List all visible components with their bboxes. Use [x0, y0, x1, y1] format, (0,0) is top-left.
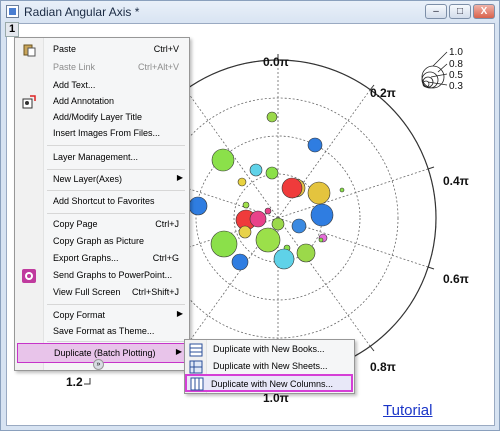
- annotation-icon: [22, 95, 36, 109]
- size-legend-label: 0.3: [449, 81, 463, 92]
- menu-separator: [47, 304, 185, 305]
- menu-item-label: Duplicate with New Sheets...: [213, 361, 328, 371]
- menu-item-layer-management[interactable]: Layer Management...: [17, 148, 187, 168]
- menu-item-label: Paste: [53, 44, 77, 54]
- menu-item-label: Duplicate with New Columns...: [211, 379, 334, 389]
- sheets-icon: [189, 360, 203, 374]
- menu-item-shortcut: Ctrl+V: [153, 44, 179, 54]
- menu-item-shortcut: Ctrl+Alt+V: [137, 62, 179, 72]
- menu-item-label: Save Format as Theme...: [53, 326, 155, 336]
- data-bubbles: [188, 111, 345, 271]
- menu-item-shortcut: Ctrl+J: [155, 219, 179, 229]
- size-legend: [421, 51, 448, 89]
- menu-item-shortcut: Ctrl+G: [152, 253, 179, 263]
- menu-separator: [47, 145, 185, 146]
- powerpoint-icon: [22, 269, 36, 283]
- angle-label-0: 0.0π: [263, 55, 289, 69]
- size-legend-label: 1.0: [449, 47, 463, 58]
- duplicate-submenu: Duplicate with New Books... Duplicate wi…: [184, 339, 355, 394]
- menu-item-label: Copy Graph as Picture: [53, 236, 145, 246]
- menu-item-label: Add Shortcut to Favorites: [53, 196, 155, 206]
- axis-tick-6: [84, 378, 91, 385]
- angle-label-2: 0.4π: [443, 174, 469, 188]
- context-menu: Paste Ctrl+V Paste Link Ctrl+Alt+V Add T…: [14, 37, 190, 371]
- menu-item-view-full-screen[interactable]: View Full Screen Ctrl+Shift+J: [17, 283, 187, 303]
- paste-icon: [22, 43, 36, 57]
- submenu-arrow-icon: ▶: [176, 309, 183, 318]
- menu-item-duplicate-sheets[interactable]: Duplicate with New Sheets...: [187, 358, 353, 375]
- menu-item-label: View Full Screen: [53, 287, 121, 297]
- menu-item-label: Layer Management...: [53, 152, 139, 162]
- menu-item-paste-link: Paste Link Ctrl+Alt+V: [17, 58, 187, 78]
- menu-item-shortcut: Ctrl+Shift+J: [131, 287, 179, 297]
- menu-item-label: Copy Format: [53, 310, 106, 320]
- menu-item-save-format-theme[interactable]: Save Format as Theme...: [17, 322, 187, 342]
- menu-item-label: Duplicate (Batch Plotting): [54, 348, 156, 358]
- angle-label-4: 0.8π: [370, 360, 396, 374]
- menu-item-label: Copy Page: [53, 219, 98, 229]
- size-legend-label: 0.5: [449, 70, 463, 81]
- submenu-arrow-icon: ▶: [175, 347, 182, 356]
- menu-item-duplicate-books[interactable]: Duplicate with New Books...: [187, 341, 353, 358]
- size-legend-labels: 1.0 0.8 0.5 0.3: [449, 47, 463, 92]
- menu-item-label: Send Graphs to PowerPoint...: [53, 270, 173, 280]
- angle-label-3: 0.6π: [443, 272, 469, 286]
- angle-label-6: 1.2: [66, 375, 83, 389]
- columns-icon: [190, 377, 204, 391]
- menu-separator: [47, 213, 185, 214]
- angle-label-1: 0.2π: [370, 86, 396, 100]
- menu-separator: [47, 190, 185, 191]
- menu-item-label: Insert Images From Files...: [53, 128, 161, 138]
- tutorial-link[interactable]: Tutorial: [383, 402, 432, 419]
- size-legend-label: 0.8: [449, 59, 463, 70]
- menu-item-paste[interactable]: Paste Ctrl+V: [17, 40, 187, 60]
- books-icon: [189, 343, 203, 357]
- menu-item-label: Export Graphs...: [53, 253, 119, 263]
- axis-ticks: [277, 54, 435, 382]
- submenu-arrow-icon: ▶: [176, 173, 183, 182]
- menu-item-label: Duplicate with New Books...: [213, 344, 325, 354]
- menu-item-label: New Layer(Axes): [53, 174, 123, 184]
- expand-menu-icon[interactable]: »: [93, 359, 104, 370]
- menu-separator: [47, 341, 185, 342]
- menu-item-label: Add Text...: [53, 80, 96, 90]
- menu-item-label: Add Annotation: [53, 96, 115, 106]
- menu-item-new-layer[interactable]: New Layer(Axes) ▶: [17, 170, 187, 190]
- menu-item-add-shortcut[interactable]: Add Shortcut to Favorites: [17, 192, 187, 212]
- menu-item-label: Paste Link: [53, 62, 96, 72]
- menu-item-label: Add/Modify Layer Title: [53, 112, 143, 122]
- menu-item-insert-images[interactable]: Insert Images From Files...: [17, 124, 187, 144]
- menu-item-duplicate-columns[interactable]: Duplicate with New Columns...: [185, 374, 353, 392]
